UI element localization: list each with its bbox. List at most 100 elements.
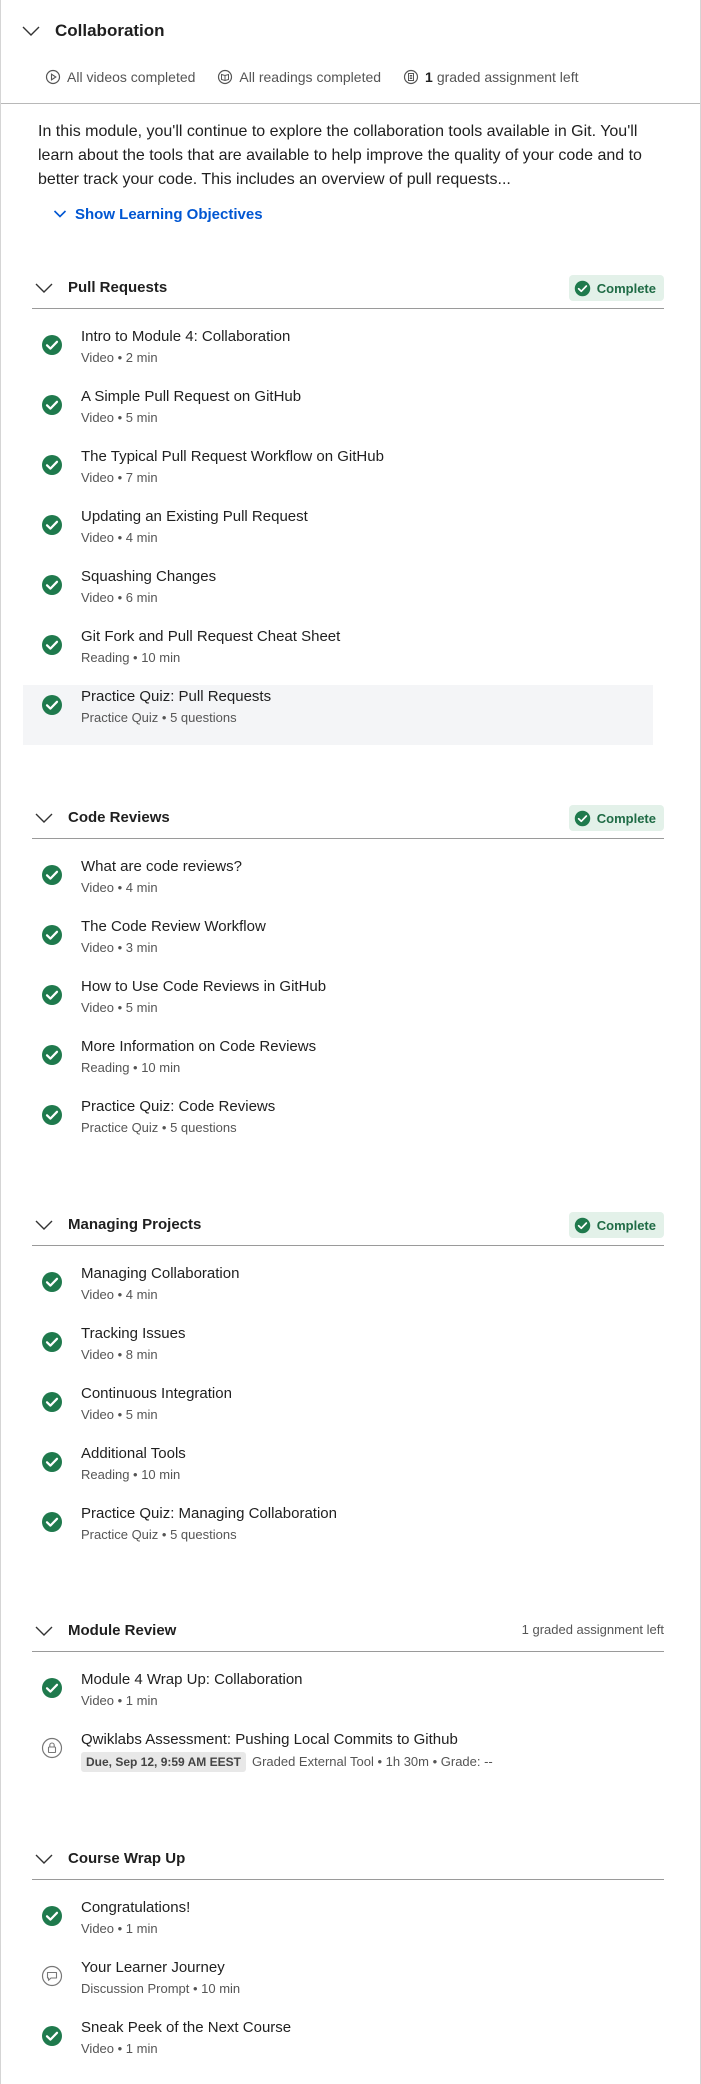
item-text: Continuous Integration Video • 5 min (81, 1382, 232, 1424)
module-toggle[interactable]: Collaboration (21, 0, 700, 62)
list-item[interactable]: Intro to Module 4: Collaboration Video • … (32, 325, 664, 385)
item-title: The Code Review Workflow (81, 918, 266, 935)
chevron-down-icon (22, 26, 40, 36)
item-text: A Simple Pull Request on GitHub Video • 5… (81, 385, 301, 427)
check-circle-icon-wrapper (41, 1905, 63, 1927)
list-item[interactable]: Practice Quiz: Pull Requests Practice Qui… (23, 685, 653, 745)
chevron-down-icon (53, 210, 67, 218)
list-item[interactable]: Qwiklabs Assessment: Pushing Local Commi… (32, 1728, 664, 1788)
check-circle-icon-wrapper (41, 1391, 63, 1413)
item-meta-text: Video • 1 min (81, 2041, 158, 2056)
list-item[interactable]: Practice Quiz: Managing Collaboration Pra… (32, 1502, 664, 1562)
list-item[interactable]: The Typical Pull Request Workflow on Git… (32, 445, 664, 505)
section-header[interactable]: Managing Projects Complete (32, 1204, 664, 1246)
check-circle-icon-wrapper (41, 574, 63, 596)
graded-count: 1 (425, 69, 433, 85)
item-meta: Reading • 10 min (81, 1466, 186, 1484)
section-pull-requests: Pull Requests Complete Intro to Module 4: … (23, 267, 664, 745)
check-circle-icon (42, 1678, 62, 1698)
chevron-down-icon (35, 813, 53, 823)
lock-icon (41, 1737, 63, 1759)
list-item[interactable]: Git Fork and Pull Request Cheat Sheet Rea… (32, 625, 664, 685)
item-title: What are code reviews? (81, 858, 242, 875)
list-item[interactable]: Squashing Changes Video • 6 min (32, 565, 664, 625)
item-text: Practice Quiz: Code Reviews Practice Quiz… (81, 1095, 275, 1137)
item-title: The Typical Pull Request Workflow on Git… (81, 448, 384, 465)
list-item[interactable]: What are code reviews? Video • 4 min (32, 855, 664, 915)
item-meta: Video • 5 min (81, 409, 301, 427)
list-item[interactable]: Additional Tools Reading • 10 min (32, 1442, 664, 1502)
list-item[interactable]: More Information on Code Reviews Reading … (32, 1035, 664, 1095)
item-meta-text: Reading • 10 min (81, 1060, 181, 1075)
list-item[interactable]: Your Learner Journey Discussion Prompt • … (32, 1956, 664, 2016)
check-circle-icon (574, 810, 590, 826)
chat-bubble-icon-wrapper (41, 1965, 63, 1987)
item-title: Additional Tools (81, 1445, 186, 1462)
section-items: Managing Collaboration Video • 4 min Track… (32, 1262, 664, 1562)
list-item[interactable]: How to Use Code Reviews in GitHub Video •… (32, 975, 664, 1035)
item-text: Practice Quiz: Pull Requests Practice Qui… (81, 685, 271, 727)
list-item[interactable]: Continuous Integration Video • 5 min (32, 1382, 664, 1442)
item-text: The Typical Pull Request Workflow on Git… (81, 445, 384, 487)
list-item[interactable]: Tracking Issues Video • 8 min (32, 1322, 664, 1382)
section-header[interactable]: Code Reviews Complete (32, 797, 664, 839)
item-meta-text: Practice Quiz • 5 questions (81, 710, 237, 725)
check-circle-icon (42, 575, 62, 595)
item-meta-text: Video • 6 min (81, 590, 158, 605)
check-circle-icon (574, 1217, 590, 1233)
item-meta: Video • 4 min (81, 879, 242, 897)
item-meta: Practice Quiz • 5 questions (81, 709, 271, 727)
item-meta: Video • 1 min (81, 2040, 291, 2058)
item-meta: Video • 7 min (81, 469, 384, 487)
list-item[interactable]: Sneak Peek of the Next Course Video • 1 m… (32, 2016, 664, 2076)
check-circle-icon-wrapper (41, 454, 63, 476)
item-meta-text: Video • 1 min (81, 1693, 158, 1708)
list-item[interactable]: Practice Quiz: Code Reviews Practice Quiz… (32, 1095, 664, 1155)
show-learning-objectives-link[interactable]: Show Learning Objectives (53, 202, 700, 226)
item-text: The Code Review Workflow Video • 3 min (81, 915, 266, 957)
check-circle-icon-wrapper (41, 1451, 63, 1473)
list-item[interactable]: Managing Collaboration Video • 4 min (32, 1262, 664, 1322)
item-title: Module 4 Wrap Up: Collaboration (81, 1671, 303, 1688)
check-circle-icon (42, 695, 62, 715)
check-circle-icon (42, 865, 62, 885)
section-code-reviews: Code Reviews Complete What are code review… (32, 797, 664, 1155)
section-header[interactable]: Module Review 1 graded assignment left (32, 1610, 664, 1652)
list-item[interactable]: Congratulations! Video • 1 min (32, 1896, 664, 1956)
item-meta-text: Video • 4 min (81, 530, 158, 545)
item-meta: Video • 5 min (81, 999, 326, 1017)
due-date-badge: Due, Sep 12, 9:59 AM EEST (81, 1752, 246, 1772)
check-circle-icon-wrapper (41, 924, 63, 946)
item-title: Tracking Issues (81, 1325, 186, 1342)
list-item[interactable]: A Simple Pull Request on GitHub Video • 5… (32, 385, 664, 445)
item-meta-text: Video • 5 min (81, 1407, 158, 1422)
item-text: Tracking Issues Video • 8 min (81, 1322, 185, 1364)
check-circle-icon (42, 1512, 62, 1532)
item-text: Intro to Module 4: Collaboration Video • … (81, 325, 290, 367)
list-item[interactable]: Updating an Existing Pull Request Video •… (32, 505, 664, 565)
item-meta: Video • 5 min (81, 1406, 232, 1424)
item-title: More Information on Code Reviews (81, 1038, 317, 1055)
chat-bubble-icon (41, 1965, 63, 1987)
section-header[interactable]: Course Wrap Up (32, 1838, 664, 1880)
check-circle-icon-wrapper (41, 1044, 63, 1066)
item-title: Continuous Integration (81, 1385, 232, 1402)
check-circle-icon-wrapper (41, 2025, 63, 2047)
item-meta-text: Graded External Tool • 1h 30m • Grade: -… (251, 1754, 493, 1769)
section-header[interactable]: Pull Requests Complete (32, 267, 664, 309)
book-icon (218, 69, 233, 85)
check-circle-icon-wrapper (41, 334, 63, 356)
check-circle-icon (42, 455, 62, 475)
item-meta: Video • 3 min (81, 939, 266, 957)
play-circle-icon (45, 69, 61, 85)
list-item[interactable]: Module 4 Wrap Up: Collaboration Video • 1… (32, 1668, 664, 1728)
lock-icon-wrapper (41, 1737, 63, 1759)
check-circle-icon-wrapper (41, 1677, 63, 1699)
item-meta: Video • 1 min (81, 1920, 190, 1938)
item-text: Congratulations! Video • 1 min (81, 1896, 190, 1938)
list-item[interactable]: The Code Review Workflow Video • 3 min (32, 915, 664, 975)
check-circle-icon (42, 1272, 62, 1292)
readings-status-text: All readings completed (239, 69, 382, 85)
check-circle-icon-wrapper (41, 1271, 63, 1293)
check-circle-icon (42, 635, 62, 655)
